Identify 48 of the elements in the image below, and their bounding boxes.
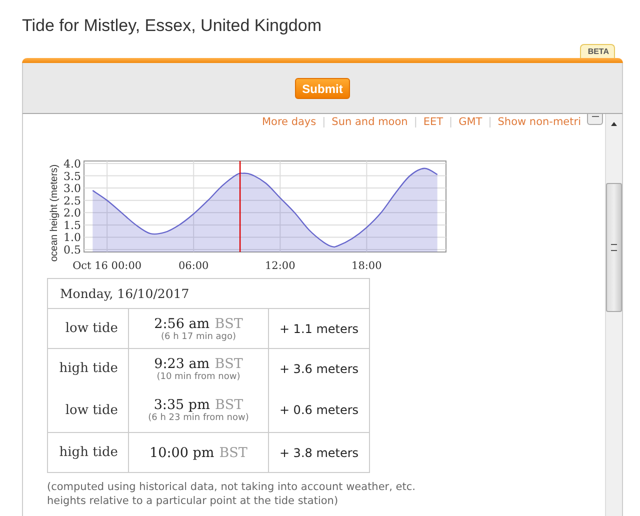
link-separator: | — [414, 116, 418, 128]
relative-time: (6 h 23 min from now) — [147, 413, 250, 424]
tide-type: low tide — [65, 402, 118, 418]
scrollbar[interactable] — [605, 114, 623, 516]
tide-height: + 0.6 meters — [279, 403, 359, 418]
y-tick-label: 3.5 — [64, 170, 81, 183]
time-zone: BST — [214, 397, 244, 414]
link-separator: | — [488, 116, 492, 128]
tide-height: + 3.6 meters — [279, 362, 359, 376]
minimize-icon[interactable] — [587, 114, 603, 125]
tide-time: 9:23 am — [154, 356, 210, 372]
time-zone: BST — [219, 445, 248, 461]
x-tick-label: 06:00 — [178, 260, 209, 272]
x-tick-label: 18:00 — [352, 260, 382, 272]
y-tick-label: 1.5 — [64, 218, 81, 232]
time-zone: BST — [214, 316, 243, 332]
footnote: (computed using historical data, not taking into account weather, etc. heights relative to a particular point at the tide station) — [47, 480, 416, 508]
submit-button[interactable]: Submit — [295, 78, 350, 98]
x-tick-label: Oct 16 00:00 — [72, 260, 142, 272]
y-tick-label: 1.0 — [64, 231, 81, 244]
x-tick-label: 12:00 — [265, 260, 296, 272]
beta-badge: BETA — [580, 44, 615, 58]
y-tick-label: 3.0 — [64, 182, 81, 196]
option-link[interactable]: Sun and moon — [326, 116, 414, 128]
tide-type: high tide — [59, 445, 118, 460]
y-tick-label: 0.5 — [64, 244, 81, 257]
tide-height: + 1.1 meters — [279, 322, 359, 336]
date-heading: Monday, 16/10/2017 — [48, 278, 370, 308]
y-tick-label: 2.5 — [64, 194, 81, 208]
y-tick-label: 2.0 — [64, 206, 81, 220]
axis-title: ocean height (meters) — [49, 164, 60, 262]
relative-time: (10 min from now) — [156, 372, 242, 383]
option-link[interactable]: More days — [256, 116, 322, 128]
tide-time: 3:35 pm — [154, 397, 210, 414]
tide-type: low tide — [65, 321, 118, 336]
time-zone: BST — [214, 356, 243, 372]
option-link[interactable]: Show non-metri — [492, 116, 587, 128]
option-link[interactable]: EET — [417, 116, 450, 128]
page-title: Tide for Mistley, Essex, United Kingdom — [21, 15, 323, 37]
tide-time: 2:56 am — [154, 316, 210, 332]
y-tick-label: 4.0 — [64, 157, 81, 170]
tide-type: high tide — [59, 361, 118, 376]
option-link[interactable]: GMT — [452, 116, 488, 128]
relative-time: (6 h 17 min ago) — [160, 332, 238, 342]
tide-height: + 3.8 meters — [279, 446, 359, 460]
tide-time: 10:00 pm — [150, 445, 214, 461]
link-separator: | — [449, 116, 453, 128]
link-separator: | — [322, 116, 326, 128]
